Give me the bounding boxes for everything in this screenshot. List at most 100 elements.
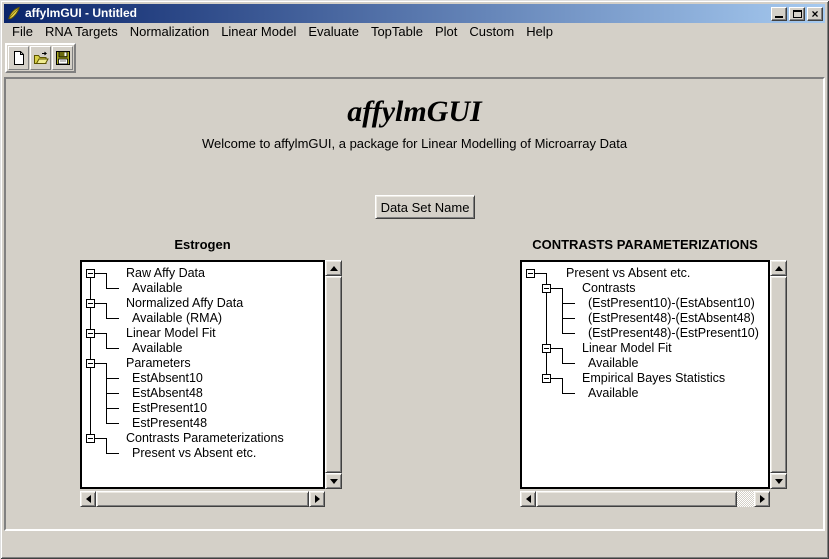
menu-normalization[interactable]: Normalization <box>124 23 215 41</box>
tree-connector-line <box>562 318 575 319</box>
tree-node-label[interactable]: Available <box>132 341 183 356</box>
maximize-button[interactable] <box>789 7 805 21</box>
tree-node-label[interactable]: Available <box>132 281 183 296</box>
tree-connector-line <box>562 288 563 334</box>
data-set-name-button[interactable]: Data Set Name <box>375 195 475 219</box>
application-window: affylmGUI - Untitled × File RNA Targets … <box>0 0 829 559</box>
scroll-up-button[interactable] <box>325 260 342 276</box>
tree-expand-box[interactable] <box>542 374 551 383</box>
tree-node-label[interactable]: Present vs Absent etc. <box>132 446 256 461</box>
left-tree-vertical-scrollbar[interactable] <box>325 260 342 489</box>
close-icon: × <box>811 9 818 19</box>
up-arrow-icon <box>775 266 783 271</box>
tree-connector-line <box>90 278 91 299</box>
tree-node-label[interactable]: Linear Model Fit <box>126 326 216 341</box>
scroll-left-button[interactable] <box>80 491 96 507</box>
tree-node-label[interactable]: (EstPresent10)-(EstAbsent10) <box>588 296 755 311</box>
tree-connector-line <box>106 453 119 454</box>
new-button[interactable] <box>8 46 29 70</box>
tree-node-label[interactable]: EstAbsent10 <box>132 371 203 386</box>
tree-connector-line <box>562 363 575 364</box>
left-tree-header: Estrogen <box>80 237 325 252</box>
scroll-up-button[interactable] <box>770 260 787 276</box>
contrasts-tree[interactable]: Present vs Absent etc.Contrasts(EstPrese… <box>520 260 770 489</box>
tree-expand-box[interactable] <box>542 344 551 353</box>
tree-node-label[interactable]: Parameters <box>126 356 191 371</box>
tree-expand-box[interactable] <box>86 434 95 443</box>
tree-expand-box[interactable] <box>86 299 95 308</box>
tree-connector-line <box>106 423 119 424</box>
tree-node-label[interactable]: (EstPresent48)-(EstAbsent48) <box>588 311 755 326</box>
right-tree-vertical-scrollbar[interactable] <box>770 260 787 489</box>
menu-evaluate[interactable]: Evaluate <box>302 23 365 41</box>
tree-connector-line <box>106 348 119 349</box>
right-tree-horizontal-scrollbar[interactable] <box>520 491 770 507</box>
tree-connector-line <box>562 393 575 394</box>
tree-expand-box[interactable] <box>86 329 95 338</box>
tree-connector-line <box>562 303 575 304</box>
tree-node-label[interactable]: (EstPresent48)-(EstPresent10) <box>588 326 759 341</box>
tree-connector-line <box>106 318 119 319</box>
tree-node-label[interactable]: Raw Affy Data <box>126 266 205 281</box>
scrollbar-thumb[interactable] <box>536 491 737 507</box>
right-tree-header: CONTRASTS PARAMETERIZATIONS <box>520 237 770 252</box>
tree-node-label[interactable]: Empirical Bayes Statistics <box>582 371 725 386</box>
tree-connector-line <box>106 303 107 319</box>
menu-custom[interactable]: Custom <box>463 23 520 41</box>
tree-node-label[interactable]: Available <box>588 386 639 401</box>
tree-connector-line <box>106 288 119 289</box>
menu-bar: File RNA Targets Normalization Linear Mo… <box>4 23 825 41</box>
close-button[interactable]: × <box>807 7 823 21</box>
tree-expand-box[interactable] <box>542 284 551 293</box>
tree-expand-box[interactable] <box>526 269 535 278</box>
tree-node-label[interactable]: Available (RMA) <box>132 311 222 326</box>
scroll-left-button[interactable] <box>520 491 536 507</box>
scrollbar-thumb[interactable] <box>325 276 342 473</box>
toolbar <box>4 41 825 77</box>
tree-connector-line <box>106 408 119 409</box>
tree-connector-line <box>562 378 563 394</box>
tree-node-label[interactable]: Available <box>588 356 639 371</box>
left-tree-horizontal-scrollbar[interactable] <box>80 491 325 507</box>
minimize-button[interactable] <box>771 7 787 21</box>
scrollbar-thumb[interactable] <box>96 491 309 507</box>
tree-connector-line <box>562 333 575 334</box>
menu-linear-model[interactable]: Linear Model <box>215 23 302 41</box>
tk-feather-icon <box>6 6 22 21</box>
down-arrow-icon <box>330 479 338 484</box>
window-title: affylmGUI - Untitled <box>25 4 771 23</box>
tree-node-label[interactable]: Normalized Affy Data <box>126 296 243 311</box>
tree-connector-line <box>106 273 107 289</box>
scroll-down-button[interactable] <box>770 473 787 489</box>
tree-node-label[interactable]: Contrasts <box>582 281 636 296</box>
tree-node-label[interactable]: Present vs Absent etc. <box>566 266 690 281</box>
tree-connector-line <box>106 438 107 454</box>
tree-connector-line <box>106 393 119 394</box>
menu-help[interactable]: Help <box>520 23 559 41</box>
up-arrow-icon <box>330 266 338 271</box>
scroll-down-button[interactable] <box>325 473 342 489</box>
tree-node-label[interactable]: EstPresent10 <box>132 401 207 416</box>
right-arrow-icon <box>760 495 765 503</box>
menu-file[interactable]: File <box>6 23 39 41</box>
left-arrow-icon <box>86 495 91 503</box>
tree-connector-line <box>106 333 107 349</box>
scroll-right-button[interactable] <box>754 491 770 507</box>
tree-expand-box[interactable] <box>86 269 95 278</box>
save-button[interactable] <box>52 46 73 70</box>
menu-rna-targets[interactable]: RNA Targets <box>39 23 124 41</box>
open-folder-icon <box>33 50 49 66</box>
scrollbar-thumb[interactable] <box>770 276 787 473</box>
tree-node-label[interactable]: Linear Model Fit <box>582 341 672 356</box>
menu-plot[interactable]: Plot <box>429 23 463 41</box>
tree-node-label[interactable]: Contrasts Parameterizations <box>126 431 284 446</box>
open-button[interactable] <box>30 46 51 70</box>
scroll-right-button[interactable] <box>309 491 325 507</box>
tree-node-label[interactable]: EstPresent48 <box>132 416 207 431</box>
tree-expand-box[interactable] <box>86 359 95 368</box>
tree-connector-line <box>106 378 119 379</box>
estrogen-tree[interactable]: Raw Affy DataAvailableNormalized Affy Da… <box>80 260 325 489</box>
tree-node-label[interactable]: EstAbsent48 <box>132 386 203 401</box>
menu-toptable[interactable]: TopTable <box>365 23 429 41</box>
left-arrow-icon <box>526 495 531 503</box>
